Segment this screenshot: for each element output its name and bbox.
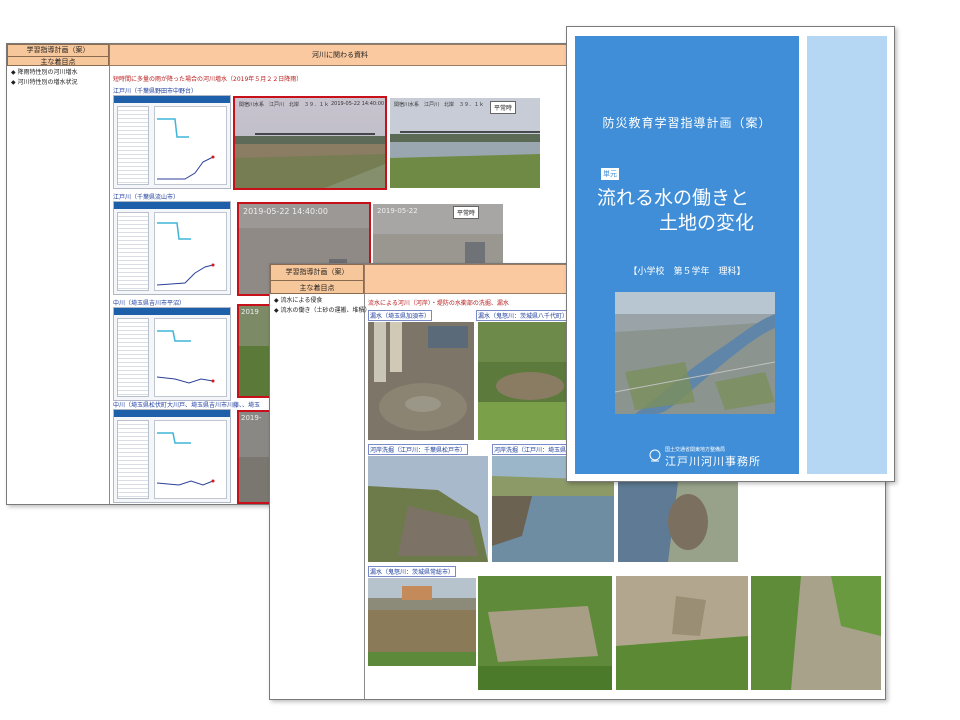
leak-photo-yachiyo bbox=[478, 322, 566, 440]
left-item: ◆ 流水の働き（土砂の運搬、堆積） bbox=[274, 307, 371, 314]
ground-photo-1 bbox=[478, 576, 612, 690]
cover-light-strip bbox=[807, 36, 887, 474]
left-item: ◆ 河川特性別の増水状況 bbox=[11, 79, 78, 86]
water-level-chart bbox=[113, 201, 231, 295]
normal-stamp: 平常時 bbox=[490, 101, 517, 114]
photo-caption: 関宿川水系 江戸川 北岸 ３９．１ｋ bbox=[394, 102, 485, 108]
river-photo-flood: 2019- bbox=[237, 410, 271, 504]
photo-caption: 関宿川水系 江戸川 北岸 ３９．１ｋ bbox=[239, 102, 330, 108]
cover-main-title: 流れる水の働きと 土地の変化 bbox=[597, 186, 797, 236]
cover-page: 防災教育学習指導計画（案） 単元 流れる水の働きと 土地の変化 【小学校 第５学… bbox=[566, 26, 895, 482]
org-line-2: 江戸川河川事務所 bbox=[665, 455, 761, 468]
photo-timestamp: 2019-05-22 14:40:00 bbox=[243, 207, 328, 216]
location-label: 江戸川（千葉県流山市） bbox=[113, 194, 180, 201]
river-photo-normal: 関宿川水系 江戸川 北岸 ３９．１ｋ 平常時 bbox=[390, 98, 540, 188]
normal-stamp: 平常時 bbox=[453, 206, 480, 219]
header-left-title: 学習指導計画（案） bbox=[285, 268, 349, 276]
left-item: ◆ 降雨特性別の河川増水 bbox=[11, 69, 78, 76]
header-left: 学習指導計画（案） 主な着目点 bbox=[7, 44, 109, 66]
cover-blue-panel: 防災教育学習指導計画（案） 単元 流れる水の働きと 土地の変化 【小学校 第５学… bbox=[575, 36, 799, 474]
river-photo-flood: 2019 bbox=[237, 304, 271, 398]
photo-label: 河岸洗掘（江戸川：千葉県松戸市） bbox=[368, 444, 469, 455]
photo-label: 漏水（埼玉県加須市） bbox=[368, 310, 433, 321]
cover-main-line: 流れる水の働きと bbox=[597, 187, 750, 209]
header-right: 河川に関わる資料 bbox=[109, 44, 571, 66]
header-right-title: 河川に関わる資料 bbox=[312, 51, 368, 59]
org-line-1: 国土交通省関東地方整備局 bbox=[665, 447, 726, 453]
header-left-title: 学習指導計画（案） bbox=[26, 46, 90, 54]
location-label: 中川（埼玉県吉川市平沼） bbox=[113, 300, 186, 307]
location-label: 中川（埼玉県松伏町大川戸、埼玉県吉川市川藤、、埼玉 bbox=[113, 402, 261, 409]
aerial-river-photo bbox=[615, 292, 775, 414]
ground-photo-2 bbox=[616, 576, 748, 690]
river-photo-flood: 関宿川水系 江戸川 北岸 ３９．１ｋ 2019-05-22 14:40:00 bbox=[233, 96, 387, 190]
cover-organization: 国土交通省関東地方整備局 江戸川河川事務所 bbox=[665, 446, 805, 469]
ground-photo-3 bbox=[751, 576, 881, 690]
left-column: ◆ 流水による侵食 ◆ 流水の働き（土砂の運搬、堆積） bbox=[270, 294, 371, 699]
header-left-sub: 主な着目点 bbox=[271, 280, 363, 295]
photo-label: 漏水（鬼怒川：茨城県常総市） bbox=[368, 566, 457, 577]
location-label: 江戸川（千葉県野田市中野台） bbox=[113, 88, 198, 95]
section-title: 流水による河川（河岸）・堤防の水衝部の洗掘、漏水 bbox=[368, 300, 509, 307]
cover-main-line: 土地の変化 bbox=[659, 212, 755, 234]
left-column: ◆ 降雨特性別の河川増水 ◆ 河川特性別の増水状況 bbox=[7, 66, 110, 504]
cover-title: 防災教育学習指導計画（案） bbox=[602, 116, 772, 130]
scour-photo-3 bbox=[618, 482, 738, 562]
photo-timestamp: 2019-05-22 14:40:00 bbox=[331, 101, 385, 107]
scour-photo-matsudo bbox=[368, 456, 488, 562]
photo-timestamp: 2019- bbox=[241, 414, 262, 422]
photo-timestamp: 2019-05-22 bbox=[377, 207, 418, 215]
leak-photo-joso bbox=[368, 578, 476, 666]
section-title: 短時間に多量の雨が降った場合の河川増水（2019年５月２２日降雨） bbox=[113, 76, 303, 83]
photo-timestamp: 2019 bbox=[241, 308, 259, 316]
left-item: ◆ 流水による侵食 bbox=[274, 297, 323, 304]
water-level-chart bbox=[113, 307, 231, 401]
ministry-logo-icon bbox=[649, 448, 661, 462]
photo-label: 河岸洗掘（江戸川：埼玉県三 bbox=[492, 444, 575, 455]
water-level-chart bbox=[113, 95, 231, 189]
header-left: 学習指導計画（案） 主な着目点 bbox=[270, 264, 364, 294]
photo-label: 漏水（鬼怒川：茨城県八千代町） bbox=[476, 310, 571, 321]
cover-grade: 【小学校 第５学年 理科】 bbox=[628, 267, 746, 277]
leak-photo-kazo bbox=[368, 322, 474, 440]
water-level-chart bbox=[113, 409, 231, 503]
unit-tag: 単元 bbox=[601, 168, 619, 180]
